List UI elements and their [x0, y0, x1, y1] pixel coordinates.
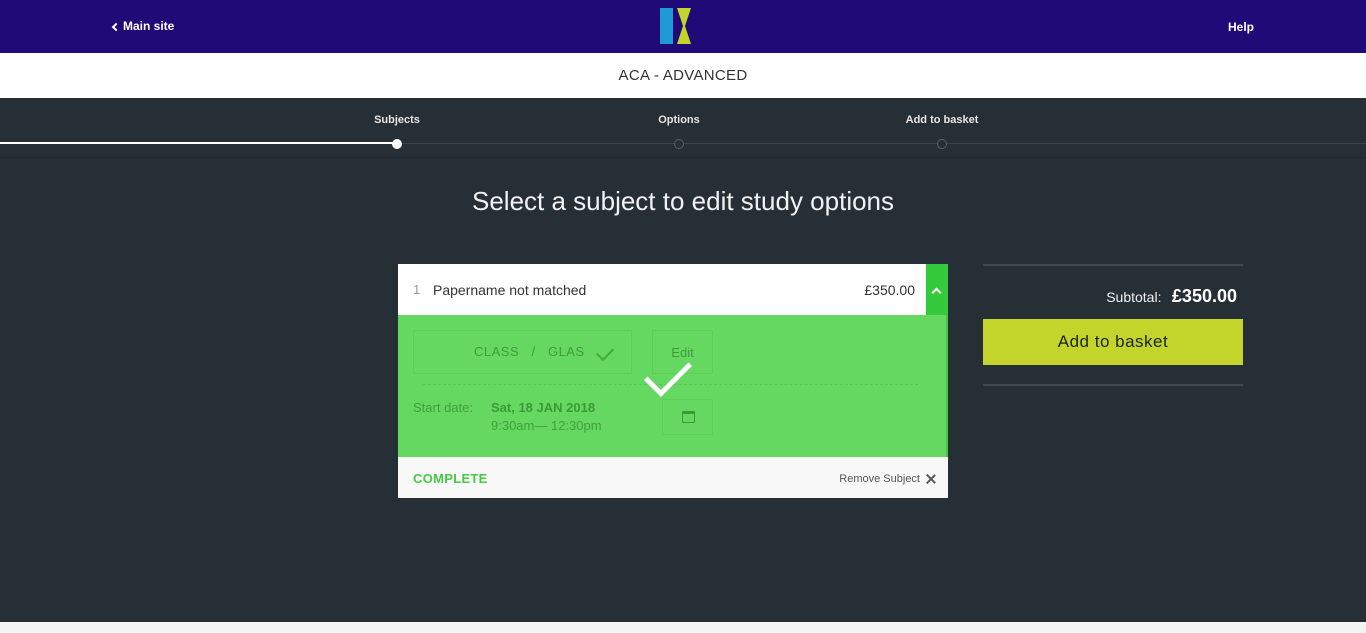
start-date-label: Start date: — [413, 400, 473, 415]
summary-divider-top — [983, 264, 1243, 266]
check-icon — [595, 342, 615, 362]
start-time-value: 9:30am— 12:30pm — [491, 418, 602, 433]
kaplan-logo-icon[interactable] — [658, 8, 706, 44]
chevron-up-icon — [931, 287, 942, 298]
subtotal-value: £350.00 — [1171, 286, 1237, 306]
summary-divider-bottom — [983, 384, 1243, 386]
status-badge: COMPLETE — [413, 471, 488, 486]
step-add-to-basket[interactable]: Add to basket — [906, 114, 979, 126]
chevron-left-icon — [111, 22, 121, 31]
subtotal-label: Subtotal: — [1106, 289, 1162, 305]
course-separator: / — [531, 344, 536, 359]
course-title-bar: ACA - ADVANCED — [0, 53, 1366, 98]
course-title: ACA - ADVANCED — [618, 67, 748, 84]
course-type: CLASS — [474, 344, 520, 359]
course-location: GLAS — [547, 344, 585, 359]
top-nav-bar: Main site Help — [0, 0, 1366, 53]
progress-track-complete — [0, 142, 397, 144]
calendar-button[interactable] — [662, 399, 713, 435]
collapse-toggle[interactable] — [926, 264, 948, 315]
progress-steps: Subjects Options Add to basket — [0, 98, 1366, 158]
remove-subject-button[interactable]: Remove Subject — [839, 473, 936, 485]
start-date-value: Sat, 18 JAN 2018 — [491, 400, 596, 415]
page-heading: Select a subject to edit study options — [471, 186, 895, 216]
subject-number: 1 — [413, 282, 421, 297]
close-icon — [926, 474, 936, 484]
course-type-selector[interactable]: CLASS / GLAS — [413, 330, 632, 374]
subject-options-panel: CLASS / GLAS Edit Start date: Sat, 18 JA… — [398, 315, 948, 457]
main-site-label: Main site — [123, 19, 175, 33]
subject-name: Papername not matched — [433, 282, 587, 298]
add-to-basket-button[interactable]: Add to basket — [983, 319, 1243, 365]
course-type-text: CLASS / GLAS — [474, 344, 585, 359]
footer-strip — [0, 622, 1366, 633]
step-options[interactable]: Options — [658, 114, 700, 126]
help-link[interactable]: Help — [1228, 20, 1254, 34]
calendar-icon — [682, 411, 695, 423]
subject-card: 1 Papername not matched £350.00 CLASS / … — [398, 264, 948, 498]
remove-subject-label: Remove Subject — [839, 473, 920, 485]
step-subjects[interactable]: Subjects — [374, 114, 420, 126]
subject-price: £350.00 — [864, 282, 915, 298]
subject-card-footer: COMPLETE Remove Subject — [398, 457, 948, 498]
subtotal: Subtotal: £350.00 — [983, 286, 1237, 307]
step-add-to-basket-dot — [937, 139, 947, 149]
step-options-dot — [674, 139, 684, 149]
step-subjects-dot — [392, 139, 402, 149]
subject-card-header[interactable]: 1 Papername not matched £350.00 — [398, 264, 926, 315]
main-site-link[interactable]: Main site — [111, 19, 175, 33]
